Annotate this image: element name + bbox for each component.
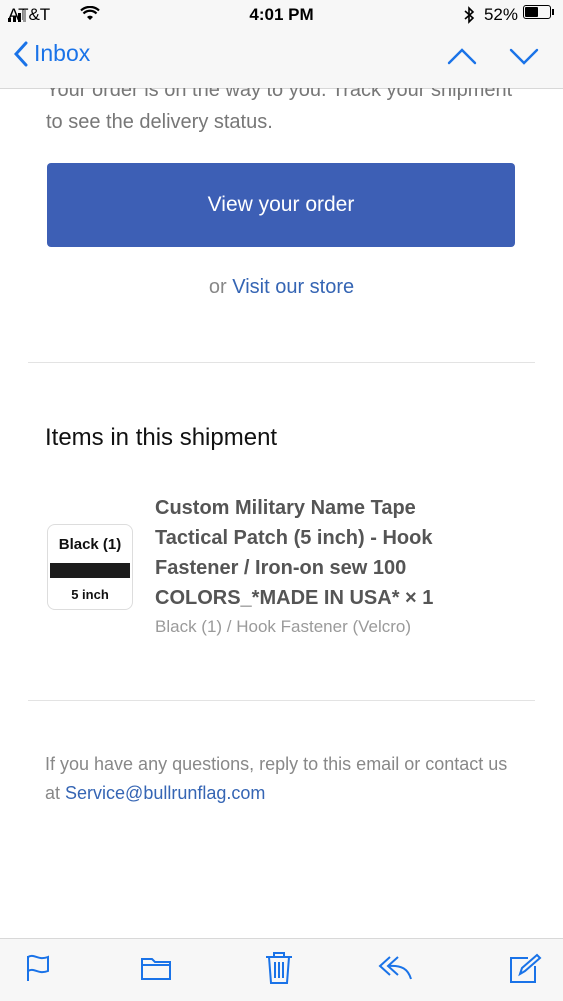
section-title: Items in this shipment [45,424,278,451]
chevron-left-icon [14,41,28,66]
name-tape-strip [50,563,130,578]
message-navigation [447,46,539,66]
thumbnail-size-label: 5 inch [71,587,109,602]
view-order-button[interactable]: View your order [47,163,515,247]
thumbnail-color-label: Black (1) [58,536,122,553]
battery-percent: 52% [483,5,518,24]
or-text: or [208,276,227,298]
item-variant: Black (1) / Hook Fastener (Velcro) [155,617,412,636]
navigation-bar: Inbox [0,30,563,89]
product-thumbnail: Black (1) 5 inch [47,524,133,610]
footer-note: If you have any questions, reply to this… [45,750,515,808]
flag-icon[interactable] [24,953,52,983]
back-label: Inbox [34,40,91,66]
clock: 4:01 PM [249,5,314,24]
store-link-line: or Visit our store [0,276,563,299]
item-title: Custom Military Name Tape Tactical Patch… [155,497,434,609]
visit-store-link[interactable]: Visit our store [232,276,354,298]
support-email-link[interactable]: Service@bullrunflag.com [65,783,265,803]
divider [28,700,535,701]
email-body: Your order is on the way to you. Track y… [0,88,563,938]
divider [28,362,535,363]
bluetooth-icon [464,6,475,24]
next-message-icon[interactable] [509,46,539,66]
intro-text: Your order is on the way to you. Track y… [46,88,513,133]
reply-icon[interactable] [378,953,414,983]
trash-icon[interactable] [264,951,294,985]
back-to-inbox-button[interactable]: Inbox [14,40,90,67]
folder-icon[interactable] [140,953,172,983]
battery-icon [523,5,554,19]
mail-toolbar [0,938,563,1001]
compose-icon[interactable] [508,953,542,985]
status-bar: AT&T 4:01 PM 52% [0,0,563,30]
previous-message-icon[interactable] [447,46,477,66]
